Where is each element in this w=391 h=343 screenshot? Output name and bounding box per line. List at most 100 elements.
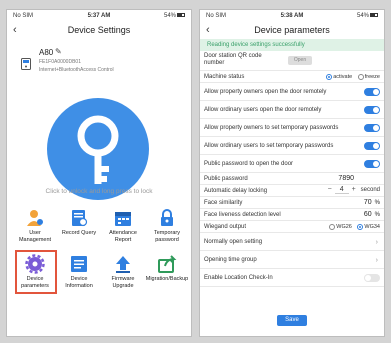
device-access-type: Internet+BluetoothAccess Control bbox=[39, 67, 114, 73]
status-bar: No SIM 5:38 AM 54% bbox=[200, 10, 384, 23]
face-liveness-value: 60 bbox=[363, 211, 372, 218]
grid-label: Device Information bbox=[65, 276, 93, 289]
wg26-option[interactable]: WG26 bbox=[329, 224, 352, 230]
freeze-label: freeze bbox=[364, 74, 380, 81]
percent-unit: % bbox=[374, 212, 380, 218]
face-liveness-label: Face liveness detection level bbox=[204, 212, 281, 218]
grid-item-migration-backup[interactable]: Migration/Backup bbox=[145, 254, 189, 283]
toggle-row: Allow ordinary users to set temporary pa… bbox=[200, 137, 384, 155]
grid-label: Firmware Upgrade bbox=[111, 276, 135, 289]
radio-selected-icon bbox=[326, 74, 333, 80]
auto-lock-row: Automatic delay locking −4 + second bbox=[200, 185, 384, 197]
wiegand-row: Wiegand output WG26 WG34 bbox=[200, 221, 384, 233]
grid-label: Attendance Report bbox=[109, 230, 137, 243]
public-password-label: Public password bbox=[204, 176, 248, 182]
radio-selected-icon bbox=[357, 224, 364, 230]
edit-icon[interactable]: ✎ bbox=[55, 47, 62, 56]
grid-item-user-management[interactable]: User Management bbox=[13, 208, 57, 243]
freeze-option[interactable]: freeze bbox=[357, 74, 380, 81]
grid-label: Record Query bbox=[61, 230, 97, 236]
toggle-row: Public password to open the door bbox=[200, 155, 384, 173]
wg26-label: WG26 bbox=[336, 224, 352, 231]
grid-label: Migration/Backup bbox=[145, 276, 189, 282]
info-icon bbox=[69, 254, 89, 274]
radio-empty-icon bbox=[329, 224, 336, 230]
decrement-button[interactable]: − bbox=[325, 186, 335, 193]
device-parameters-screen: No SIM 5:38 AM 54% ‹ Device parameters R… bbox=[199, 9, 385, 337]
users-temp-password-toggle[interactable] bbox=[364, 142, 380, 150]
location-checkin-label: Enable Location Check-In bbox=[204, 275, 273, 281]
grid-item-record-query[interactable]: Record Query bbox=[57, 208, 101, 237]
nav-bar: ‹ Device Settings bbox=[7, 23, 191, 39]
settings-list: Door station QR code number Open Machine… bbox=[200, 51, 384, 287]
save-button[interactable]: Save bbox=[277, 315, 307, 326]
face-similarity-row: Face similarity 70% bbox=[200, 197, 384, 209]
device-icon bbox=[21, 58, 31, 70]
face-liveness-field[interactable]: 60% bbox=[364, 211, 380, 218]
device-card[interactable]: A80 ✎ FE1F0A0000DB01 Internet+BluetoothA… bbox=[21, 47, 141, 98]
auto-lock-unit: second bbox=[360, 187, 380, 193]
device-settings-screen: No SIM 5:37 AM 54% ‹ Device Settings A80… bbox=[6, 9, 192, 337]
highlight-box bbox=[15, 250, 57, 294]
qr-code-label: Door station QR code number bbox=[204, 53, 262, 66]
success-notice: Reading device settings successfully bbox=[200, 39, 384, 51]
calendar-icon bbox=[113, 208, 133, 228]
opening-time-label: Opening time group bbox=[204, 257, 257, 263]
toggle-label: Allow property owners open the door remo… bbox=[204, 89, 327, 95]
device-serial: FE1F0A0000DB01 bbox=[39, 59, 81, 65]
users-remote-open-toggle[interactable] bbox=[364, 106, 380, 114]
screenshot-frame: No SIM 5:37 AM 54% ‹ Device Settings A80… bbox=[0, 0, 391, 343]
face-liveness-row: Face liveness detection level 60% bbox=[200, 209, 384, 221]
battery-icon bbox=[177, 13, 185, 18]
auto-lock-value[interactable]: 4 bbox=[334, 186, 349, 194]
key-icon bbox=[77, 115, 119, 184]
auto-lock-stepper: −4 + second bbox=[325, 186, 380, 194]
device-name: A80 bbox=[39, 48, 54, 57]
grid-item-attendance-report[interactable]: Attendance Report bbox=[101, 208, 145, 243]
auto-lock-label: Automatic delay locking bbox=[204, 188, 268, 194]
unlock-button[interactable] bbox=[47, 98, 149, 200]
lock-icon bbox=[157, 208, 177, 228]
public-password-row: Public password 7890 bbox=[200, 173, 384, 185]
grid-item-temporary-password[interactable]: Temporary password bbox=[145, 208, 189, 243]
unlock-hint: Click to unlock and long press to lock bbox=[45, 188, 153, 195]
radio-empty-icon bbox=[357, 74, 364, 80]
toggle-label: Allow property owners to set temporary p… bbox=[204, 125, 339, 131]
owners-temp-password-toggle[interactable] bbox=[364, 124, 380, 132]
toggle-label: Allow ordinary users open the door remot… bbox=[204, 107, 322, 113]
normally-open-label: Normally open setting bbox=[204, 239, 263, 245]
grid-item-device-information[interactable]: Device Information bbox=[57, 254, 101, 289]
qr-code-button[interactable]: Open bbox=[288, 56, 312, 65]
percent-unit: % bbox=[374, 200, 380, 206]
machine-status-options: activate freeze bbox=[322, 74, 380, 80]
upload-icon bbox=[113, 254, 133, 274]
public-password-toggle[interactable] bbox=[364, 160, 380, 168]
qr-code-row: Door station QR code number Open bbox=[200, 51, 384, 71]
machine-status-label: Machine status bbox=[204, 74, 245, 80]
chevron-right-icon: › bbox=[375, 257, 378, 264]
nav-bar: ‹ Device parameters bbox=[200, 23, 384, 39]
page-title: Device Settings bbox=[67, 25, 131, 35]
face-similarity-value: 70 bbox=[363, 199, 372, 206]
owners-remote-open-toggle[interactable] bbox=[364, 88, 380, 96]
location-checkin-toggle[interactable] bbox=[364, 274, 380, 282]
grid-label: User Management bbox=[18, 230, 52, 243]
battery-percent: 54% bbox=[163, 13, 176, 19]
battery-icon bbox=[370, 13, 378, 18]
grid-label: Temporary password bbox=[154, 230, 180, 243]
wg34-option[interactable]: WG34 bbox=[357, 224, 380, 230]
activate-option[interactable]: activate bbox=[326, 74, 352, 80]
increment-button[interactable]: + bbox=[349, 186, 359, 193]
face-similarity-field[interactable]: 70% bbox=[364, 199, 380, 206]
wiegand-label: Wiegand output bbox=[204, 224, 247, 230]
grid-item-firmware-upgrade[interactable]: Firmware Upgrade bbox=[101, 254, 145, 289]
public-password-field[interactable]: 7890 bbox=[338, 175, 354, 182]
record-icon bbox=[69, 208, 89, 228]
opening-time-row[interactable]: Opening time group › bbox=[200, 251, 384, 269]
wiegand-options: WG26 WG34 bbox=[325, 224, 380, 230]
battery-percent: 54% bbox=[356, 13, 369, 19]
battery-status: 54% bbox=[357, 13, 378, 19]
normally-open-row[interactable]: Normally open setting › bbox=[200, 233, 384, 251]
battery-status: 54% bbox=[164, 13, 185, 19]
toggle-row: Allow property owners to set temporary p… bbox=[200, 119, 384, 137]
